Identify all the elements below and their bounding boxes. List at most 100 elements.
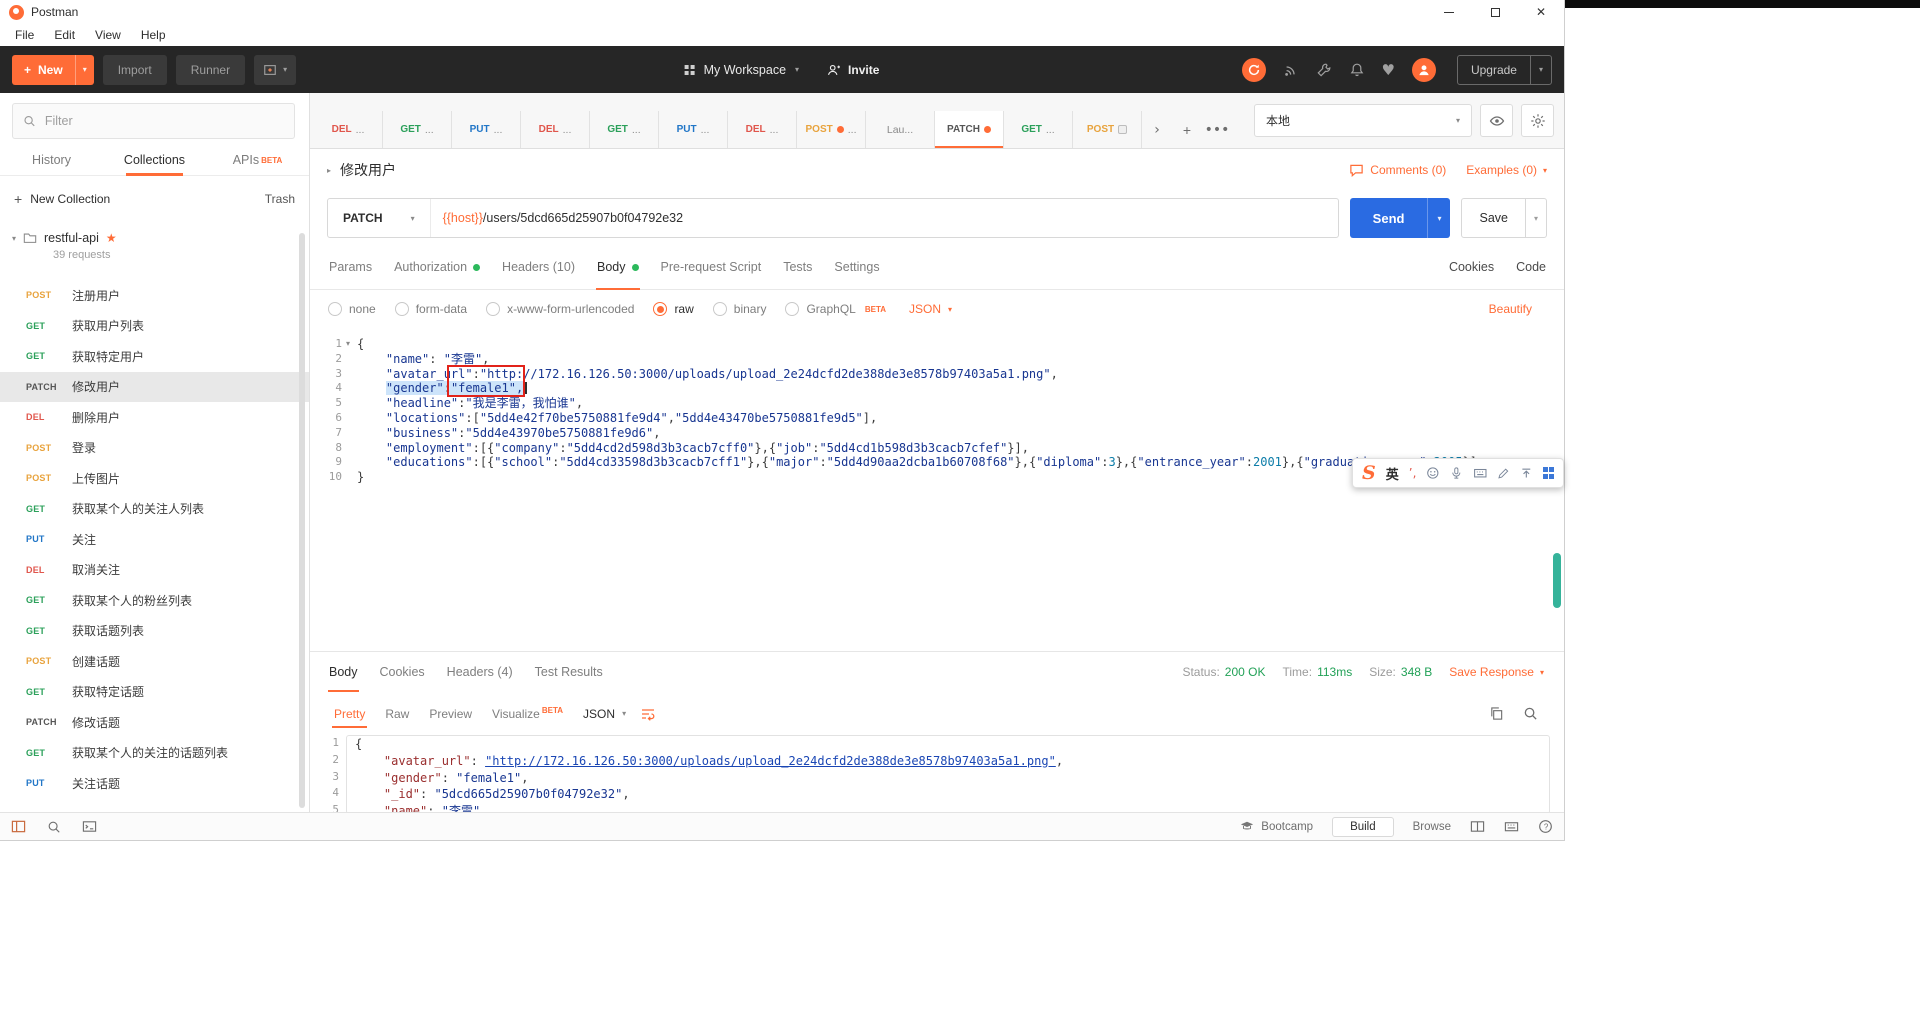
open-tab-5[interactable]: GET...	[590, 111, 659, 148]
trash-button[interactable]: Trash	[265, 192, 295, 206]
bootcamp-button[interactable]: Bootcamp	[1240, 820, 1313, 834]
sidebar-tab-apis[interactable]: APIs BETA	[206, 145, 309, 175]
filter-box[interactable]	[12, 103, 295, 139]
bodytype-raw[interactable]: raw	[653, 302, 694, 316]
sogou-logo-icon[interactable]: S	[1362, 463, 1376, 483]
open-new-button[interactable]: ▾	[254, 54, 297, 85]
response-body-viewer[interactable]: 12345 { "avatar_url": "http://172.16.126…	[316, 735, 1550, 814]
find-replace-icon[interactable]	[47, 820, 61, 834]
request-item[interactable]: PUT 关注	[0, 524, 309, 555]
open-tab-7[interactable]: DEL...	[728, 111, 797, 148]
request-item[interactable]: PATCH 修改用户	[0, 371, 309, 402]
browse-toggle[interactable]: Browse	[1413, 821, 1451, 833]
tab-options-button[interactable]: •••	[1202, 111, 1232, 148]
collection-item[interactable]: ▾ restful-api ★ 39 requests	[0, 222, 309, 276]
console-icon[interactable]	[82, 819, 97, 834]
sync-button[interactable]	[1241, 57, 1266, 82]
tab-authorization[interactable]: Authorization	[383, 245, 491, 289]
request-item[interactable]: PATCH 修改话题	[0, 707, 309, 738]
collection-expand-caret[interactable]: ▾	[12, 234, 16, 243]
view-visualize[interactable]: Visualize BETA	[482, 699, 573, 728]
avatar[interactable]	[1411, 57, 1436, 82]
tab-pre-request-script[interactable]: Pre-request Script	[650, 245, 773, 289]
environment-selector[interactable]: 本地 ▾	[1254, 104, 1472, 137]
request-item[interactable]: GET 获取特定用户	[0, 341, 309, 372]
sidebar-tab-history[interactable]: History	[0, 145, 103, 175]
request-item[interactable]: GET 获取话题列表	[0, 616, 309, 647]
menu-edit[interactable]: Edit	[45, 26, 84, 44]
import-button[interactable]: Import	[102, 54, 167, 85]
send-button[interactable]: Send ▾	[1349, 198, 1451, 238]
request-collapse-caret[interactable]: ▸	[327, 166, 331, 175]
bodytype-x-www-form-urlencoded[interactable]: x-www-form-urlencoded	[486, 302, 634, 316]
request-item[interactable]: GET 获取特定话题	[0, 677, 309, 708]
menu-view[interactable]: View	[86, 26, 130, 44]
open-tab-1[interactable]: DEL...	[314, 111, 383, 148]
build-toggle[interactable]: Build	[1332, 816, 1394, 837]
environment-quicklook-button[interactable]	[1480, 104, 1513, 137]
code-link[interactable]: Code	[1516, 260, 1546, 274]
search-icon[interactable]	[1523, 706, 1538, 721]
bell-icon[interactable]	[1349, 62, 1365, 78]
tab-body[interactable]: Body	[586, 245, 650, 290]
two-pane-icon[interactable]	[1470, 819, 1485, 834]
view-pretty[interactable]: Pretty	[324, 700, 375, 728]
response-tab-test-results[interactable]: Test Results	[524, 652, 614, 692]
open-tab-6[interactable]: PUT...	[659, 111, 728, 148]
bodytype-graphql[interactable]: GraphQL BETA	[785, 302, 886, 316]
open-tab-4[interactable]: DEL...	[521, 111, 590, 148]
emoji-icon[interactable]	[1426, 466, 1440, 480]
minimize-button[interactable]	[1426, 0, 1472, 24]
body-format-selector[interactable]: JSON ▾	[909, 302, 952, 316]
filter-input[interactable]	[44, 114, 284, 128]
microphone-icon[interactable]	[1450, 466, 1463, 480]
response-tab-cookies[interactable]: Cookies	[369, 652, 436, 692]
tab-scroll-right-button[interactable]: ›	[1142, 111, 1172, 148]
request-item[interactable]: POST 注册用户	[0, 280, 309, 311]
tab-tests[interactable]: Tests	[772, 245, 823, 289]
keyboard-icon[interactable]	[1473, 466, 1488, 480]
new-collection-button[interactable]: + New Collection	[14, 191, 110, 207]
request-item[interactable]: GET 获取某个人的关注人列表	[0, 494, 309, 525]
tab-settings[interactable]: Settings	[823, 245, 890, 289]
sidebar-scrollbar-thumb[interactable]	[299, 233, 305, 808]
runner-button[interactable]: Runner	[175, 54, 246, 85]
menu-file[interactable]: File	[6, 26, 43, 44]
open-tab-8[interactable]: POST...	[797, 111, 866, 148]
open-tab-11[interactable]: GET...	[1004, 111, 1073, 148]
help-icon[interactable]: ?	[1538, 819, 1553, 834]
response-content[interactable]: { "avatar_url": "http://172.16.126.50:30…	[346, 735, 1550, 814]
bodytype-binary[interactable]: binary	[712, 302, 766, 316]
open-tab-2[interactable]: GET...	[383, 111, 452, 148]
ime-collapse-icon[interactable]	[1520, 467, 1533, 480]
workspace-selector[interactable]: My Workspace ▾	[684, 63, 799, 77]
request-item[interactable]: POST 上传图片	[0, 463, 309, 494]
request-item[interactable]: GET 获取用户列表	[0, 311, 309, 342]
invite-button[interactable]: Invite	[827, 63, 879, 77]
fold-caret[interactable]: ▾	[342, 337, 354, 352]
heart-icon[interactable]: ♥	[1382, 61, 1395, 79]
examples-button[interactable]: Examples (0) ▾	[1466, 163, 1547, 177]
ime-toolbar[interactable]: S 英 ’,	[1352, 458, 1564, 488]
send-options-caret[interactable]: ▾	[1427, 198, 1450, 238]
request-item[interactable]: PUT 关注话题	[0, 768, 309, 799]
new-dropdown-caret[interactable]: ▾	[74, 54, 94, 85]
ime-toolbox-icon[interactable]	[1542, 467, 1554, 479]
new-tab-button[interactable]: +	[1172, 111, 1202, 148]
bodytype-form-data[interactable]: form-data	[394, 302, 467, 316]
maximize-button[interactable]	[1472, 0, 1518, 24]
star-icon[interactable]: ★	[106, 231, 117, 245]
request-item[interactable]: DEL 取消关注	[0, 555, 309, 586]
request-item[interactable]: POST 登录	[0, 433, 309, 464]
settings-button[interactable]	[1521, 104, 1554, 137]
wrench-icon[interactable]	[1316, 62, 1332, 78]
response-tab-headers[interactable]: Headers (4)	[436, 652, 524, 692]
open-tab-10[interactable]: PATCH	[935, 111, 1004, 148]
url-input[interactable]: {{host}}/users/5dcd665d25907b0f04792e32	[431, 199, 696, 237]
beautify-link[interactable]: Beautify	[1489, 302, 1546, 316]
menu-help[interactable]: Help	[132, 26, 175, 44]
open-tab-9[interactable]: Lau...	[866, 111, 935, 148]
sidebar-toggle-icon[interactable]	[11, 819, 26, 834]
copy-icon[interactable]	[1489, 706, 1504, 721]
save-options-caret[interactable]: ▾	[1524, 199, 1546, 237]
